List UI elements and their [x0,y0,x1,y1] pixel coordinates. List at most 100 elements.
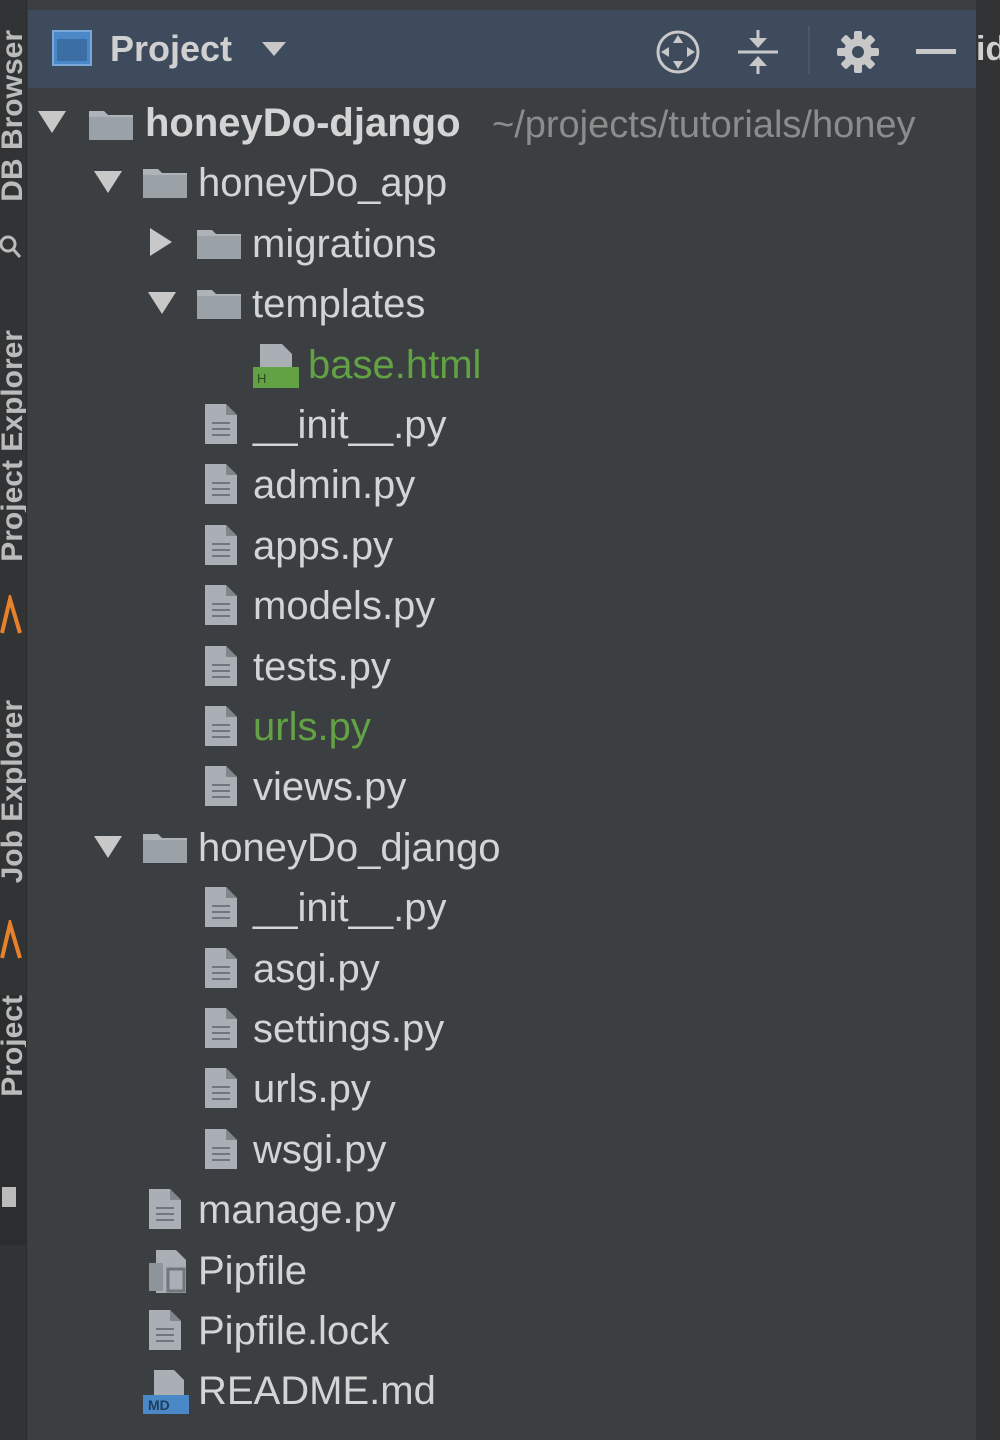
hide-panel-button[interactable] [912,28,960,76]
tree-item-label: wsgi.py [253,1128,387,1172]
tree-folder-row[interactable]: migrations [28,216,976,276]
tree-item-label: urls.py [253,705,371,749]
python-file-icon [204,463,238,510]
right-editor-edge: id [976,0,1000,1440]
cut-off-tab-text: id [976,30,1000,68]
left-tool-window-strip: DB Browser Project Explorer Job Explorer… [0,0,27,1440]
python-file-icon [204,1128,238,1175]
tree-file-row[interactable]: MD README.md [28,1363,976,1423]
tree-file-row[interactable]: Hbase.html [28,337,976,397]
expand-arrow-icon[interactable] [146,290,178,322]
tree-item-label: apps.py [253,524,394,568]
expand-arrow-icon[interactable] [36,109,68,141]
python-file-icon [148,1188,182,1235]
project-window-icon [52,30,92,66]
tree-item-label: migrations [252,222,437,266]
tree-item-label: templates [252,282,426,326]
tree-root-label: honeyDo-django [145,101,461,145]
project-toolbar: Project [28,10,976,88]
python-file-icon [204,1067,238,1114]
tree-item-label: __init__.py [253,886,447,930]
collapse-all-icon [738,30,778,74]
folder-icon [88,107,134,146]
tree-file-row[interactable]: __init__.py [28,880,976,940]
project-explorer-icon [0,595,22,634]
tree-item-label: tests.py [253,645,391,689]
tree-folder-row[interactable]: honeyDo_django [28,820,976,880]
folder-icon [142,830,188,869]
project-tab-label: Project [0,995,26,1097]
tree-file-row[interactable]: admin.py [28,457,976,517]
tree-file-row[interactable]: urls.py [28,699,976,759]
tree-file-row[interactable]: settings.py [28,1001,976,1061]
minimize-icon [916,49,956,54]
project-explorer-tab[interactable]: Project Explorer [0,330,26,630]
python-file-icon [204,886,238,933]
python-file-icon [204,584,238,631]
tree-root-row[interactable]: honeyDo-django ~/projects/tutorials/honey [28,95,976,155]
html-file-icon: H [252,343,300,394]
tree-file-row[interactable]: views.py [28,759,976,819]
tree-file-row[interactable]: __init__.py [28,397,976,457]
python-file-icon [204,705,238,752]
python-file-icon [204,524,238,571]
project-explorer-tab-label: Project Explorer [0,330,26,562]
tree-file-row[interactable]: models.py [28,578,976,638]
chevron-down-icon[interactable] [260,40,288,58]
expand-arrow-icon[interactable] [92,834,124,866]
python-file-icon [204,765,238,812]
tree-item-label: __init__.py [253,403,447,447]
tree-file-row[interactable]: manage.py [28,1182,976,1242]
tree-file-row[interactable]: asgi.py [28,941,976,1001]
db-browser-tab-label: DB Browser [0,30,26,202]
crosshair-icon [656,30,700,74]
tree-folder-row[interactable]: honeyDo_app [28,155,976,215]
tree-file-row[interactable]: tests.py [28,639,976,699]
job-explorer-icon [0,920,22,959]
svg-text:H: H [257,371,266,386]
tree-folder-row[interactable]: templates [28,276,976,336]
job-explorer-tab-label: Job Explorer [0,700,26,884]
tree-item-label: models.py [253,584,436,628]
tree-file-row[interactable]: wsgi.py [28,1122,976,1182]
python-file-icon [204,1007,238,1054]
svg-text:MD: MD [148,1397,170,1413]
tree-item-label: README.md [198,1369,436,1413]
tree-item-label: admin.py [253,463,416,507]
project-tab[interactable]: Project [0,995,26,1245]
toolbar-separator [808,26,810,74]
expand-arrow-icon[interactable] [92,169,124,201]
folder-icon [142,165,188,204]
tree-file-row[interactable]: apps.py [28,518,976,578]
gear-icon [837,31,879,73]
project-tool-window: Project honeyDo-django ~/projects/tutori… [28,0,976,1440]
search-icon [0,235,22,258]
collapse-all-button[interactable] [734,28,782,76]
python-file-icon [204,403,238,450]
tree-item-label: Pipfile.lock [198,1309,390,1353]
project-tab-icon [2,1187,16,1207]
collapse-arrow-icon[interactable] [148,226,180,258]
pipfile-icon [148,1249,192,1300]
tree-item-label: honeyDo_app [198,161,448,205]
tree-file-row[interactable]: Pipfile.lock [28,1303,976,1363]
tree-root-path: ~/projects/tutorials/honey [492,104,916,146]
tree-item-label: urls.py [253,1067,371,1111]
tree-item-label: honeyDo_django [198,826,501,870]
tree-item-label: Pipfile [198,1249,307,1293]
project-view-selector-label[interactable]: Project [110,28,232,70]
tree-file-row[interactable]: urls.py [28,1061,976,1121]
locate-file-button[interactable] [654,28,702,76]
tree-item-label: manage.py [198,1188,396,1232]
settings-button[interactable] [834,28,882,76]
tree-item-label: base.html [308,343,482,387]
markdown-file-icon: MD [142,1369,192,1420]
folder-icon [196,226,242,265]
python-file-icon [204,947,238,994]
python-file-icon [148,1309,182,1356]
python-file-icon [204,645,238,692]
tree-item-label: settings.py [253,1007,445,1051]
tree-item-label: asgi.py [253,947,380,991]
tree-file-row[interactable]: Pipfile [28,1243,976,1303]
tree-item-label: views.py [253,765,407,809]
